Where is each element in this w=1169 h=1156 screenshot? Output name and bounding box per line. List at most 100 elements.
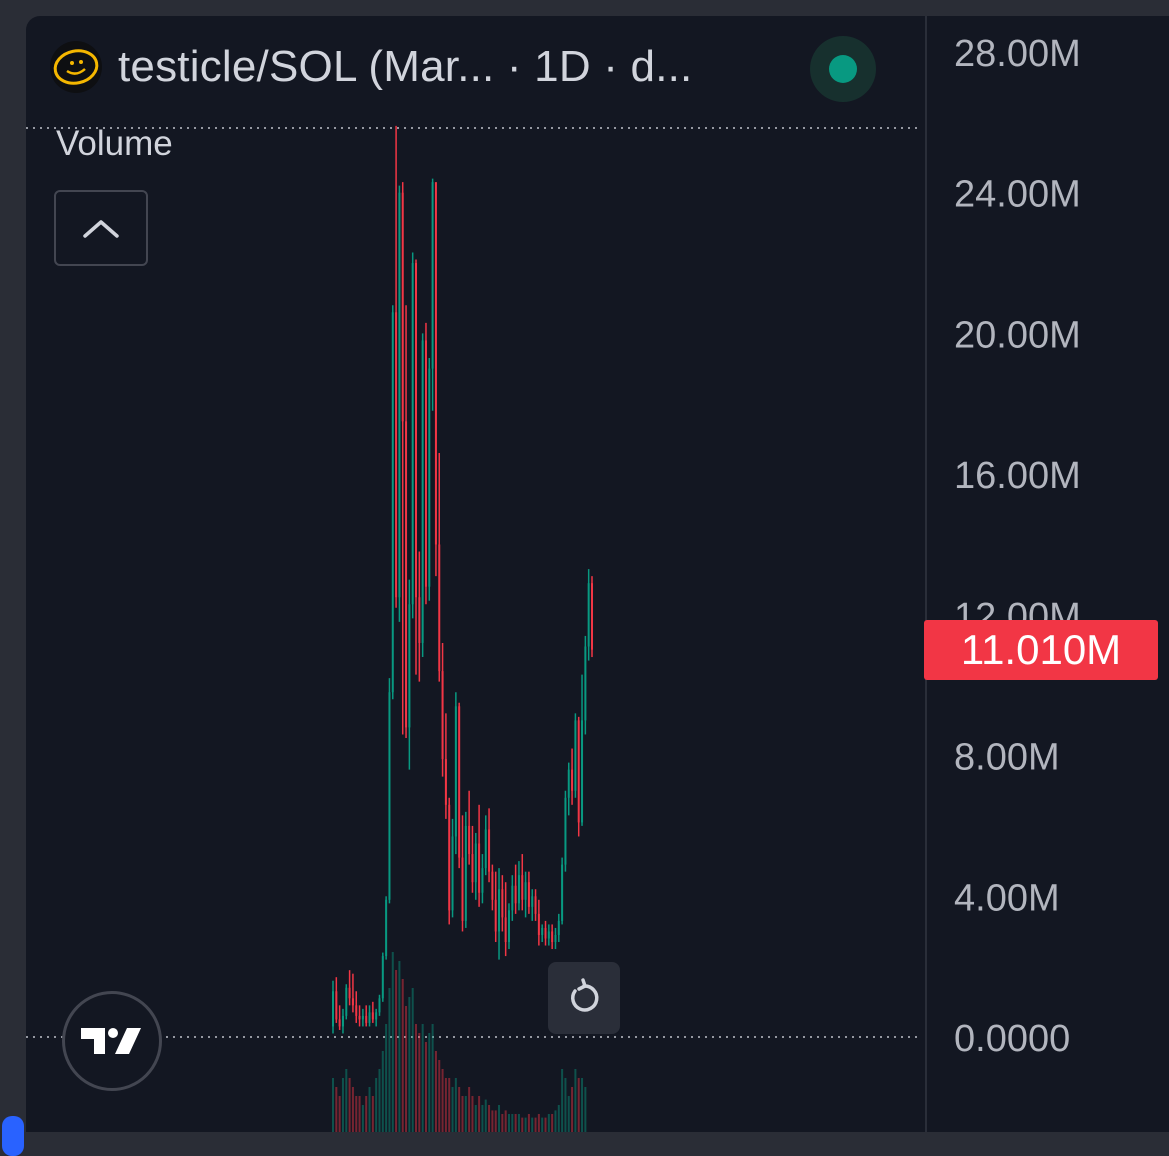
candle-body — [577, 720, 580, 823]
candle-body — [441, 671, 444, 760]
collapse-indicators-button[interactable] — [54, 190, 148, 266]
candle-body — [554, 934, 557, 943]
candle-body — [448, 804, 451, 911]
candle-body — [481, 868, 484, 893]
volume-bar — [567, 1096, 570, 1132]
volume-bar — [554, 1110, 557, 1132]
tradingview-logo-icon[interactable] — [62, 991, 162, 1091]
candle-body — [431, 182, 434, 369]
candle-body — [541, 927, 544, 935]
candle-body — [474, 843, 477, 883]
reset-chart-button[interactable] — [548, 962, 620, 1034]
volume-bar — [448, 1078, 451, 1132]
candle-body — [517, 875, 520, 904]
candle-body — [544, 927, 547, 939]
volume-bar — [381, 1051, 384, 1132]
candle-body — [348, 987, 351, 999]
candle-body — [338, 1019, 341, 1027]
candle-body — [365, 1015, 368, 1023]
volume-bar — [351, 1087, 354, 1132]
volume-bar — [494, 1110, 497, 1132]
volume-bar — [408, 997, 411, 1132]
candle-body — [551, 931, 554, 943]
volume-bar — [517, 1114, 520, 1132]
candle-body — [498, 889, 501, 932]
volume-bar — [454, 1078, 457, 1132]
candle-body — [478, 843, 481, 893]
candle-body — [371, 1012, 374, 1020]
volume-bar — [388, 988, 391, 1132]
candle-body — [461, 857, 464, 921]
volume-bar — [541, 1117, 544, 1132]
candle-body — [584, 646, 587, 721]
candle-body — [491, 871, 494, 900]
volume-bar — [358, 1096, 361, 1132]
candle-body — [381, 956, 384, 999]
candle-body — [564, 797, 567, 865]
volume-bar — [501, 1114, 504, 1132]
volume-bar — [577, 1078, 580, 1132]
volume-bar — [531, 1117, 534, 1132]
market-status-indicator[interactable] — [810, 36, 876, 102]
candle-body — [361, 1015, 364, 1020]
candle-body — [454, 706, 457, 837]
candle-body — [534, 896, 537, 914]
volume-bar — [434, 1051, 437, 1132]
candle-body — [567, 769, 570, 798]
volume-bar — [584, 1087, 587, 1132]
volume-bar — [547, 1114, 550, 1132]
volume-bar — [488, 1105, 491, 1132]
candle-body — [405, 421, 408, 728]
volume-bar — [481, 1105, 484, 1132]
volume-bar — [332, 1078, 334, 1132]
candle-body — [408, 604, 411, 728]
candle-body — [415, 263, 418, 598]
volume-bar — [514, 1114, 517, 1132]
candle-body — [398, 192, 401, 598]
candle-body — [424, 340, 427, 587]
candle-body — [438, 544, 441, 672]
volume-bar — [444, 1078, 447, 1132]
volume-bar — [385, 1024, 388, 1132]
volume-bar — [391, 952, 394, 1132]
candle-body — [501, 889, 504, 918]
volume-bar — [451, 1087, 454, 1132]
chart-panel[interactable]: 28.00M 24.00M 20.00M 16.00M 12.00M 8.00M 4.00M… — [26, 16, 1169, 1132]
volume-bar — [361, 1105, 364, 1132]
candle-body — [587, 583, 590, 647]
candle-body — [504, 917, 507, 943]
volume-bar — [537, 1114, 540, 1132]
volume-bar — [551, 1114, 554, 1132]
volume-bar — [471, 1096, 474, 1132]
candle-body — [484, 829, 487, 869]
candle-body — [351, 998, 354, 1006]
chart-header: testicle/SOL (Mar... · 1D · d... — [50, 41, 880, 93]
volume-bar — [431, 1024, 434, 1132]
volume-bar — [544, 1117, 547, 1132]
candle-body — [557, 920, 560, 935]
volume-bar — [401, 979, 404, 1132]
volume-bar — [474, 1105, 477, 1132]
candle-body — [388, 692, 391, 900]
left-edge-indicator[interactable] — [2, 1116, 24, 1156]
volume-bar — [405, 1006, 408, 1132]
volume-bar — [521, 1117, 524, 1132]
volume-bar — [564, 1078, 567, 1132]
volume-bar — [398, 961, 401, 1132]
y-axis-tick-label: 24.00M — [954, 174, 1081, 216]
candle-body — [418, 597, 421, 643]
y-axis-tick-label: 20.00M — [954, 314, 1081, 356]
symbol-title[interactable]: testicle/SOL (Mar... · 1D · d... — [118, 42, 692, 92]
volume-indicator-label[interactable]: Volume — [56, 124, 173, 164]
volume-bar — [421, 1024, 424, 1132]
volume-bar — [484, 1099, 487, 1132]
candle-body — [581, 720, 584, 823]
candle-body — [335, 991, 338, 1020]
candle-body — [511, 885, 514, 911]
volume-bar — [498, 1105, 501, 1132]
y-axis-tick-label: 16.00M — [954, 455, 1081, 497]
candle-body — [468, 825, 471, 855]
window-top-bar — [0, 0, 1169, 16]
last-price-badge: 11.010M — [924, 620, 1158, 680]
status-dot-icon — [829, 55, 857, 83]
